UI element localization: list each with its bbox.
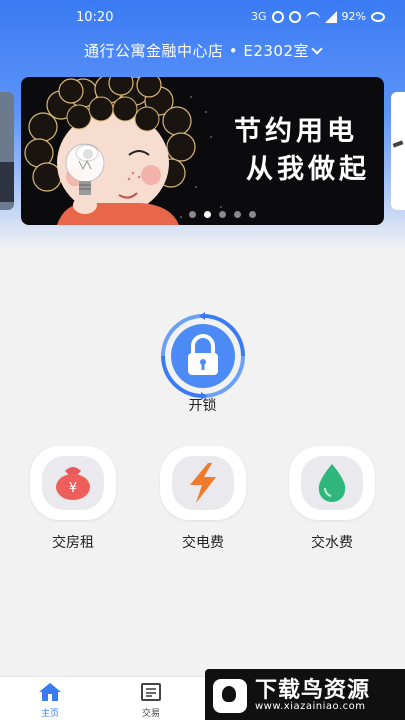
signal-icon [324,10,337,23]
banner-dot[interactable] [234,211,241,218]
home-icon [39,683,61,701]
pay-rent-card[interactable]: ¥ [30,446,116,520]
pay-electricity-card[interactable] [160,446,246,520]
banner-prev-peek[interactable] [0,92,14,210]
tab-home-label: 主页 [40,709,59,719]
pay-electricity-label: 交电费 [182,535,224,551]
tab-home[interactable]: 主页 [20,683,80,719]
wifi-icon [305,11,320,22]
pay-water-icon-bg [301,456,363,510]
pay-electricity-icon-bg [172,456,234,510]
promo-banner[interactable]: 节约用电 从我做起 [21,77,384,225]
water-drop-icon [318,464,346,502]
status-time: 10:20 [76,10,114,25]
pay-rent-icon-bg: ¥ [42,456,104,510]
banner-dot[interactable] [249,211,256,218]
network-type: 3G [251,10,267,23]
eye-icon [371,11,385,22]
unlock-label: 开锁 [188,398,217,414]
watermark-logo-icon [213,679,247,713]
banner-next-peek[interactable] [391,92,405,210]
store-name: 通行公寓金融中心店 • E2302室 [83,42,310,60]
alarm-icon [271,10,284,23]
mute-icon [288,10,301,23]
pay-rent-label: 交房租 [52,535,94,551]
unlock-button[interactable] [159,312,247,400]
tab-trade-label: 交易 [141,709,160,719]
pay-electricity-button[interactable]: 交电费 [158,446,248,552]
tab-trade[interactable]: 交易 [121,683,181,719]
chevron-down-icon [311,43,323,55]
pay-water-label: 交水费 [311,535,353,551]
money-bag-icon: ¥ [56,467,90,500]
pay-water-card[interactable] [289,446,375,520]
watermark-url: www.xiazainiao.com [255,701,366,712]
banner-dot[interactable] [189,211,196,218]
svg-text:¥: ¥ [69,481,77,496]
lightning-icon [190,463,216,503]
padlock-icon [161,312,245,400]
watermark-overlay: 下载鸟资源 www.xiazainiao.com [205,669,405,720]
status-icons: 3G 92% [251,10,385,23]
pay-rent-button[interactable]: ¥ 交房租 [28,446,118,552]
pay-water-button[interactable]: 交水费 [287,446,377,552]
banner-headline-2: 从我做起 [246,154,370,185]
document-icon [141,683,161,701]
watermark-title: 下载鸟资源 [255,678,371,703]
status-bar: 10:20 3G 92% [0,8,405,28]
banner-pagination [21,211,384,218]
banner-dot[interactable] [219,211,226,218]
banner-dot-active[interactable] [204,211,211,218]
battery-level: 92% [341,10,366,23]
store-selector[interactable]: 通行公寓金融中心店 • E2302室 [0,40,405,61]
banner-headline-1: 节约用电 [234,116,358,147]
